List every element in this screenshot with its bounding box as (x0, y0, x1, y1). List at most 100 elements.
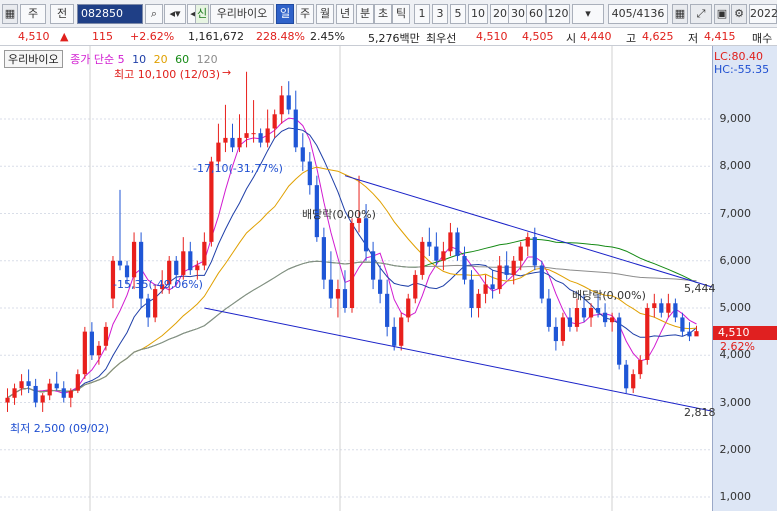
candle-body (406, 298, 411, 318)
stock-tag: 신 (195, 4, 209, 24)
interval-30[interactable]: 30 (508, 4, 528, 24)
candle-body (539, 265, 544, 299)
interval-5[interactable]: 5 (450, 4, 466, 24)
market-select[interactable]: 주 (20, 4, 46, 24)
legend-ma120: 120 (196, 53, 218, 66)
candle-body (195, 265, 200, 271)
candle-body (146, 298, 151, 318)
candle-body (680, 317, 685, 332)
period-tab-minute[interactable]: 분 (356, 4, 374, 24)
turnover: 2.45% (310, 30, 345, 43)
candle-body (174, 260, 179, 275)
candle-body (434, 246, 439, 261)
save-icon[interactable]: ▣ (714, 4, 730, 24)
channel-top-label: 5,444 (684, 282, 716, 295)
sound-icon[interactable]: ◂▾ (164, 4, 186, 24)
candle-body (33, 385, 38, 403)
price-change: 115 (92, 30, 113, 43)
period-tab-year[interactable]: 년 (336, 4, 354, 24)
candle-body (532, 237, 537, 266)
interval-3[interactable]: 3 (432, 4, 448, 24)
candle-body (237, 137, 242, 148)
candle-body (476, 293, 481, 308)
settings-grid-icon[interactable]: ▦ (672, 4, 688, 24)
candle-body (96, 345, 102, 356)
period-tab-day[interactable]: 일 (276, 4, 294, 24)
open-price: 4,440 (580, 30, 612, 43)
candle-body (5, 397, 10, 403)
legend-type: 종가 단순 (70, 53, 115, 66)
legend-ma10: 10 (132, 53, 147, 66)
period-tab-week[interactable]: 주 (296, 4, 314, 24)
candle-body (595, 308, 601, 313)
candle-body (659, 303, 664, 313)
interval-20[interactable]: 20 (490, 4, 510, 24)
candle-body (82, 331, 87, 375)
candle-body (258, 133, 263, 143)
candle-body (399, 317, 404, 346)
volume-ratio: 228.48% (256, 30, 305, 43)
candle-body (441, 251, 446, 261)
low-label: 저 (688, 32, 699, 45)
market2-select[interactable]: 전 (50, 4, 74, 24)
interval-10[interactable]: 10 (468, 4, 488, 24)
interval-120[interactable]: 120 (546, 4, 570, 24)
period-tab-month[interactable]: 월 (316, 4, 334, 24)
candle-body (328, 279, 334, 299)
low-annotation: 최저 2,500 (09/02) (10, 422, 110, 435)
dividend-annotation-1: 배당락(0,00%) (302, 208, 376, 221)
candle-body (40, 395, 45, 403)
candle-body (546, 298, 551, 327)
chart-tool-icon[interactable]: ⤢ (690, 4, 712, 24)
candle-body (588, 308, 594, 318)
quote-bar: 4,510 ▲ 115 +2.62% 1,161,672 228.48% 2.4… (0, 28, 777, 46)
best-bid: 4,505 (522, 30, 554, 43)
candle-body (188, 251, 193, 271)
candle-body (469, 279, 474, 308)
candle-body (378, 279, 383, 294)
candle-body (251, 133, 256, 135)
candle-body (131, 241, 137, 278)
search-icon[interactable]: ⌕ (145, 4, 163, 24)
candle-body (370, 251, 376, 280)
candle-body (666, 303, 671, 313)
candle-body (26, 381, 31, 386)
channel-lower-line (204, 307, 713, 412)
legend-stock-name[interactable]: 우리바이오 (4, 50, 63, 68)
candle-body (181, 251, 186, 275)
candle-body (687, 331, 692, 337)
open-label: 시 (566, 32, 577, 45)
candle-body (244, 133, 249, 138)
buy-order-button[interactable]: 매수 (752, 30, 772, 46)
candle-body (427, 241, 432, 247)
candle-body (363, 218, 369, 252)
up-arrow-icon: ▲ (60, 30, 69, 43)
candle-body (483, 284, 488, 294)
candle-body (68, 390, 73, 398)
interval-60[interactable]: 60 (526, 4, 546, 24)
candle-body (420, 241, 425, 275)
candle-body (54, 383, 59, 389)
candle-body (610, 317, 615, 323)
candle-body (511, 260, 516, 275)
drawdown-annotation-1: -17,10(-31,77%) (193, 162, 283, 175)
stock-name[interactable]: 우리바이오 (210, 4, 274, 24)
interval-custom-input[interactable]: ▾ (572, 4, 604, 24)
interval-1[interactable]: 1 (414, 4, 430, 24)
grid-icon[interactable]: ▦ (2, 4, 18, 24)
high-label: 고 (626, 32, 637, 45)
candle-body (652, 303, 657, 308)
change-percent: +2.62% (130, 30, 175, 43)
period-tab-second[interactable]: 초 (374, 4, 392, 24)
period-tab-tick[interactable]: 틱 (392, 4, 410, 24)
candle-body (567, 317, 573, 327)
year-field[interactable]: 2022 (749, 4, 777, 24)
candle-body (455, 232, 460, 257)
bar-counter: 405/4136 (608, 4, 668, 24)
candle-body (602, 312, 608, 323)
candle-body (279, 95, 284, 115)
candle-body (286, 95, 291, 110)
gear-icon[interactable]: ⚙ (731, 4, 747, 24)
candle-body (581, 308, 587, 318)
stock-code-input[interactable]: 082850 (77, 4, 143, 24)
